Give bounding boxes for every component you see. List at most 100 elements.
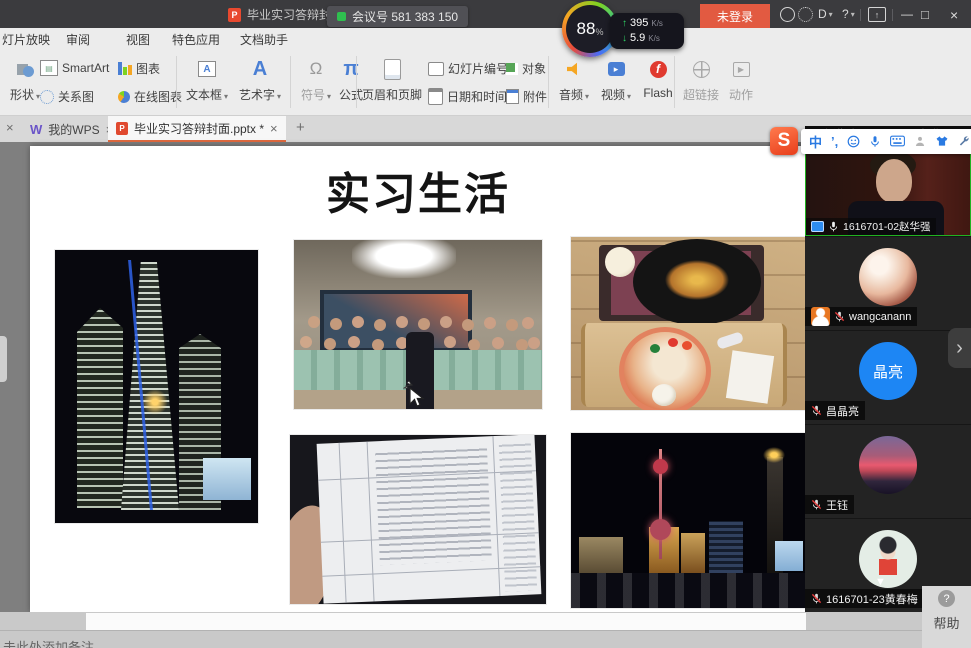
help-menu-button[interactable]: ?▾ [842,7,855,21]
wordart-icon: A [253,58,267,81]
diagram-button[interactable]: 关系图 [40,88,94,105]
video-button[interactable]: ▸ 视频▾ [594,52,638,112]
menu-slideshow[interactable]: 灯片放映 [2,31,50,48]
wrench-settings-icon[interactable] [958,135,970,147]
smartart-button[interactable]: ▤ SmartArt [40,60,109,76]
ribbon-divider [290,56,291,108]
bowl-food [657,255,737,305]
participant-tile[interactable]: 王钰 [805,425,971,518]
main-speaker-name: 1616701-02赵华强 [843,219,931,234]
download-speed: 5.9 [630,31,645,46]
menu-review[interactable]: 审阅 [66,31,90,48]
chart-button[interactable]: 图表 [118,60,160,77]
ppt-file-icon: P [228,8,241,22]
online-chart-button[interactable]: 在线图表 [118,88,182,105]
notes-panel[interactable] [86,613,806,630]
participant-name: 1616701-23黄春梅 [826,591,918,607]
main-video-tile[interactable]: 1616701-02赵华强 [805,144,971,236]
net-speed-monitor[interactable]: 88 % ↑ 395 K/s ↓ 5.9 K/s [562,1,684,57]
ime-toolbar: S 中 ’, [770,127,971,155]
napkin [726,350,774,403]
help-label[interactable]: 帮助 [922,613,971,632]
tower-crown-light [763,447,785,463]
steamed-bun [605,247,635,277]
skin-menu-button[interactable]: D▾ [818,7,833,21]
attachment-button[interactable]: 附件 [506,88,547,105]
side-panel-handle[interactable] [0,336,7,382]
meeting-id-badge: 会议号 581 383 150 [327,6,468,27]
upload-arrow-icon: ↑ [622,16,627,31]
textbox-icon: A [198,61,216,77]
audio-button[interactable]: 音频▾ [552,52,596,112]
tomato-garnish [668,338,678,347]
tab-document[interactable]: P 毕业实习答辩封面.pptx * × [108,116,286,142]
participant-tile[interactable]: 晶亮 昌晶亮 [805,331,971,424]
document-title-text: 毕业实习答辩封 [247,6,331,23]
host-badge-icon [811,307,830,326]
datetime-button[interactable]: 日期和时间 [428,88,507,105]
close-tab-icon[interactable]: × [6,120,14,135]
slide-number-button[interactable]: 幻灯片编号 [428,60,508,77]
avatar: 晶亮 [859,342,917,400]
photo-document[interactable] [290,435,546,604]
photo-skyline-towers[interactable] [55,250,258,523]
wordart-button[interactable]: A 艺术字▾ [234,52,286,112]
tab-my-wps[interactable]: W 我的WPS × [22,116,121,142]
login-button[interactable]: 未登录 [700,4,770,28]
menu-special-app[interactable]: 特色应用 [172,31,220,48]
textbox-button[interactable]: A 文本框▾ [181,52,233,112]
header-footer-icon [384,59,401,80]
menu-doc-helper[interactable]: 文档助手 [240,31,288,48]
audio-icon [567,62,582,76]
smartart-icon: ▤ [40,60,58,76]
mic-muted-icon [811,593,822,604]
theme-icon[interactable] [780,7,795,22]
participant-name: 王钰 [826,497,848,513]
participant-name: wangcanann [849,311,911,323]
slide-title[interactable]: 实习生活 [30,158,806,222]
bottom-divider [0,630,971,631]
new-tab-button[interactable]: + [296,119,305,136]
close-button[interactable]: × [950,7,958,23]
emoji-icon[interactable] [847,135,860,148]
maximize-button[interactable]: □ [921,7,929,22]
ribbon-divider [356,56,357,108]
ime-punct-button[interactable]: ’, [831,134,838,149]
gold-tower-2 [681,533,705,573]
help-widget: ? 帮助 [922,586,971,648]
notes-placeholder[interactable]: 击此处添加备注 [3,637,94,648]
photo-bund-night[interactable] [571,433,805,608]
photo-food[interactable] [571,237,805,410]
header-footer-button[interactable]: 页眉和页脚 [360,52,424,112]
ribbon-divider [176,56,177,108]
participant-name: 昌晶亮 [826,403,859,419]
scroll-down-triangle-icon[interactable]: ▼ [875,576,886,588]
action-button[interactable]: ▶ 动作 [722,52,760,112]
collapse-ribbon-button[interactable]: ↑ [868,7,886,22]
ime-mode-button[interactable]: 中 [809,132,822,151]
settings-icon[interactable] [798,7,813,22]
slide-canvas[interactable]: 实习生活 [30,146,806,612]
front-row-heads [300,336,312,348]
skin-shirt-icon[interactable] [935,135,949,147]
close-tab-icon[interactable]: × [270,121,278,136]
voice-input-icon[interactable] [869,135,881,148]
download-unit: K/s [648,31,660,46]
wall-picture [324,294,468,348]
menu-view[interactable]: 视图 [126,31,150,48]
help-question-icon[interactable]: ? [938,590,955,607]
hyperlink-button[interactable]: 超链接 [678,52,724,112]
handwriting-icon[interactable] [914,135,926,148]
participant-tile[interactable]: wangcanann [805,237,971,330]
minimize-button[interactable]: — [901,7,913,21]
soft-keyboard-icon[interactable] [890,135,905,147]
river-water [571,573,805,608]
ceiling-light [352,240,456,278]
sogou-logo-icon[interactable]: S [770,127,798,155]
app-window: P 毕业实习答辩封 会议号 581 383 150 未登录 D▾ ?▾ ↑ — … [0,0,971,648]
document-title: P 毕业实习答辩封 [228,6,331,23]
wall-picture-frame [320,290,472,352]
object-button[interactable]: 对象 [506,60,546,77]
panel-collapse-chevron[interactable]: › [948,328,971,368]
back-row-heads [308,316,320,328]
